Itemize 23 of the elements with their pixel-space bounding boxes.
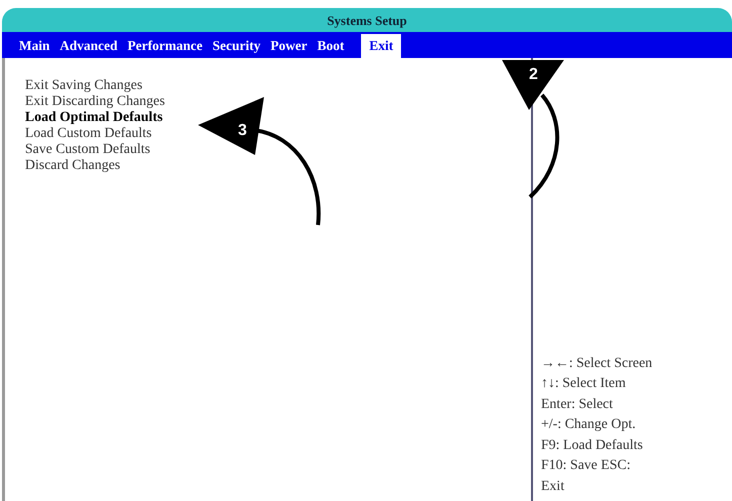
help-text: +/-: Change Opt. <box>541 416 636 434</box>
callout-number: 2 <box>529 66 538 83</box>
menu-tab[interactable]: Performance <box>124 34 206 58</box>
help-text: →←: Select Screen <box>541 354 652 372</box>
menu-tab[interactable]: Security <box>210 34 264 58</box>
callout-number: 3 <box>238 122 247 139</box>
menu-tab[interactable]: Advanced <box>56 34 121 58</box>
menu-tab[interactable]: Exit <box>361 34 402 58</box>
menu-option[interactable]: Exit Saving Changes <box>25 78 142 94</box>
menu-tab[interactable]: Power <box>268 34 310 58</box>
menu-option[interactable]: Exit Discarding Changes <box>25 94 165 110</box>
menu-tab[interactable]: Boot <box>314 34 348 58</box>
help-text: F9: Load Defaults <box>541 436 643 454</box>
menu-tab[interactable]: Main <box>16 34 53 58</box>
menu-option[interactable]: Load Optimal Defaults <box>25 110 163 126</box>
menu-option[interactable]: Discard Changes <box>25 158 120 174</box>
menu-option[interactable]: Load Custom Defaults <box>25 126 152 142</box>
help-text: F10: Save ESC: <box>541 457 630 475</box>
menu-option[interactable]: Save Custom Defaults <box>25 142 150 158</box>
help-text: Enter: Select <box>541 396 613 414</box>
help-text: Exit <box>541 478 564 496</box>
help-text: ↑↓: Select Item <box>541 375 626 393</box>
window-title: Systems Setup <box>2 8 732 32</box>
